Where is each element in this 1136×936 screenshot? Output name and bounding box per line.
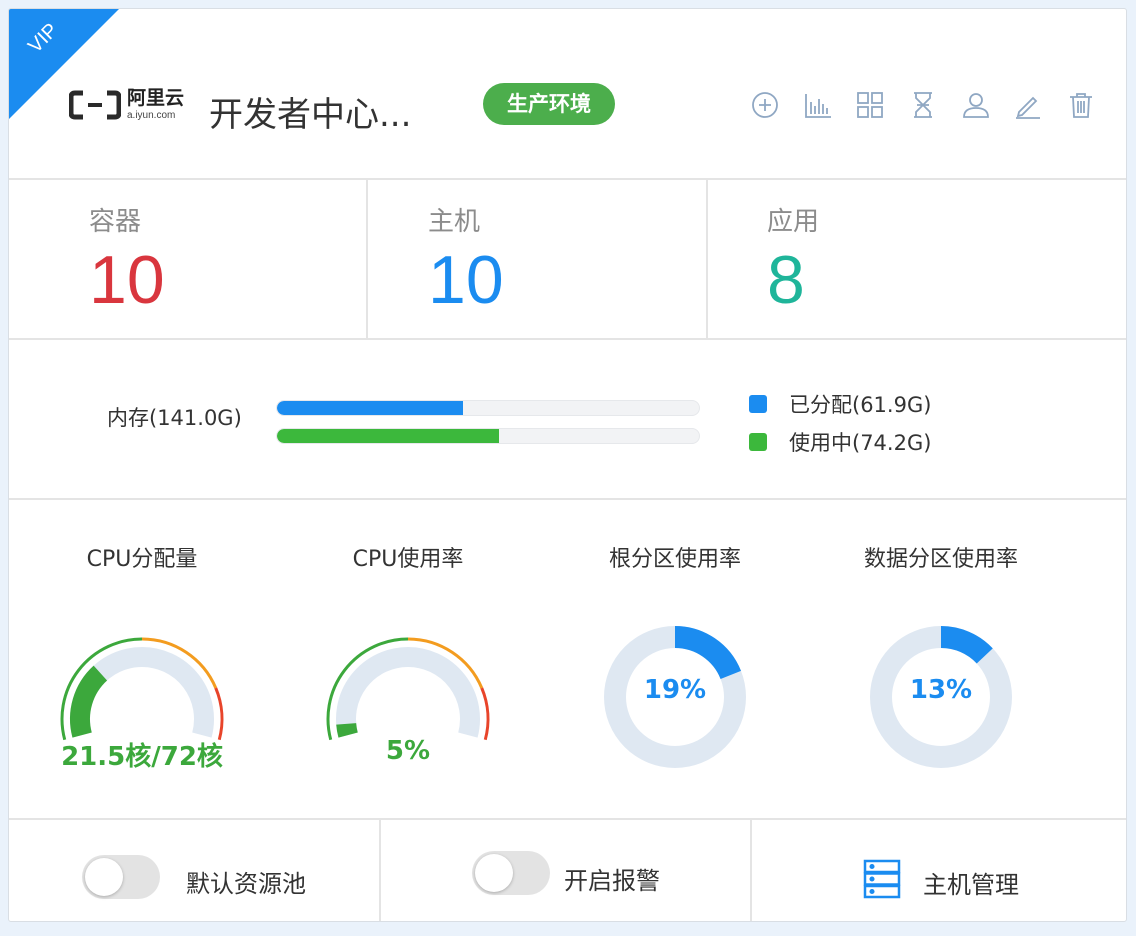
- legend-label: 已分配(61.9G): [789, 393, 932, 417]
- gauge-track: [336, 647, 480, 738]
- stat-hosts[interactable]: 主机 10: [428, 201, 504, 314]
- memory-allocated-fill: [277, 401, 463, 415]
- grid-icon[interactable]: [844, 87, 897, 123]
- divider: [9, 338, 1126, 340]
- stat-value: 8: [767, 242, 805, 318]
- alarm-label: 开启报警: [564, 867, 660, 895]
- donut-value-arc: [674, 626, 742, 680]
- gauge-zone-red: [214, 687, 224, 741]
- memory-used-fill: [277, 429, 499, 443]
- legend-allocated: 已分配(61.9G): [749, 389, 931, 419]
- chart-icon[interactable]: [792, 87, 845, 123]
- legend-swatch: [749, 433, 767, 451]
- memory-used-bar: [276, 428, 700, 444]
- stat-label: 主机: [428, 207, 481, 237]
- stat-value: 10: [89, 242, 165, 318]
- memory-label: 内存(141.0G): [107, 406, 242, 430]
- divider: [750, 820, 752, 921]
- stat-label: 应用: [767, 207, 820, 237]
- gauge-value: 21.5核/72核: [61, 742, 223, 772]
- gauge-title: CPU使用率: [352, 547, 464, 572]
- logo-cn-text: 阿里云: [127, 87, 185, 109]
- divider: [9, 178, 1126, 180]
- divider: [366, 180, 368, 338]
- env-badge: 生产环境: [483, 83, 615, 125]
- stat-value: 10: [428, 242, 504, 318]
- trash-icon[interactable]: [1055, 87, 1108, 123]
- gauge-title: 数据分区使用率: [863, 547, 1018, 572]
- host-manage-label: 主机管理: [923, 871, 1019, 899]
- default-pool-label: 默认资源池: [186, 870, 306, 898]
- user-icon[interactable]: [949, 87, 1002, 123]
- aliyun-logo-icon: [69, 90, 121, 120]
- divider: [9, 818, 1126, 820]
- logo-en-text: a.iyun.com: [127, 110, 176, 121]
- cluster-title: 开发者中心...: [209, 95, 412, 135]
- alarm-toggle[interactable]: [472, 851, 550, 895]
- toggle-knob: [475, 854, 513, 892]
- legend-swatch: [749, 395, 767, 413]
- toggle-knob: [85, 858, 123, 896]
- divider: [379, 820, 381, 921]
- divider: [706, 180, 708, 338]
- divider: [9, 498, 1126, 500]
- stat-containers[interactable]: 容器 10: [89, 201, 165, 314]
- stat-apps[interactable]: 应用 8: [767, 201, 819, 314]
- gauge-value: 13%: [909, 675, 973, 705]
- gauge-title: CPU分配量: [86, 547, 198, 572]
- default-pool-toggle[interactable]: [82, 855, 160, 899]
- add-icon[interactable]: [739, 87, 792, 123]
- server-icon: [863, 859, 901, 899]
- edit-icon[interactable]: [1002, 87, 1055, 123]
- gauge-value: 5%: [385, 736, 431, 766]
- hourglass-icon[interactable]: [897, 87, 950, 123]
- stat-label: 容器: [89, 207, 142, 237]
- gauge-track: [70, 647, 214, 738]
- legend-used: 使用中(74.2G): [749, 427, 931, 457]
- toolbar: [739, 87, 1107, 123]
- gauge-value-arc: [70, 665, 108, 738]
- gauge-title: 根分区使用率: [608, 547, 741, 572]
- gauge-value: 19%: [643, 675, 707, 705]
- memory-allocated-bar: [276, 400, 700, 416]
- host-manage-button[interactable]: 主机管理: [849, 849, 1089, 905]
- legend-label: 使用中(74.2G): [789, 431, 932, 455]
- gauge-value-arc: [336, 722, 358, 738]
- cpu-usage-gauge: [326, 637, 490, 741]
- cluster-card: VIP 阿里云 a.iyun.com 开发者中心... 生产环境 容器 10 主…: [8, 8, 1127, 922]
- gauge-zone-red: [480, 687, 490, 741]
- aliyun-logo: 阿里云 a.iyun.com: [69, 89, 184, 121]
